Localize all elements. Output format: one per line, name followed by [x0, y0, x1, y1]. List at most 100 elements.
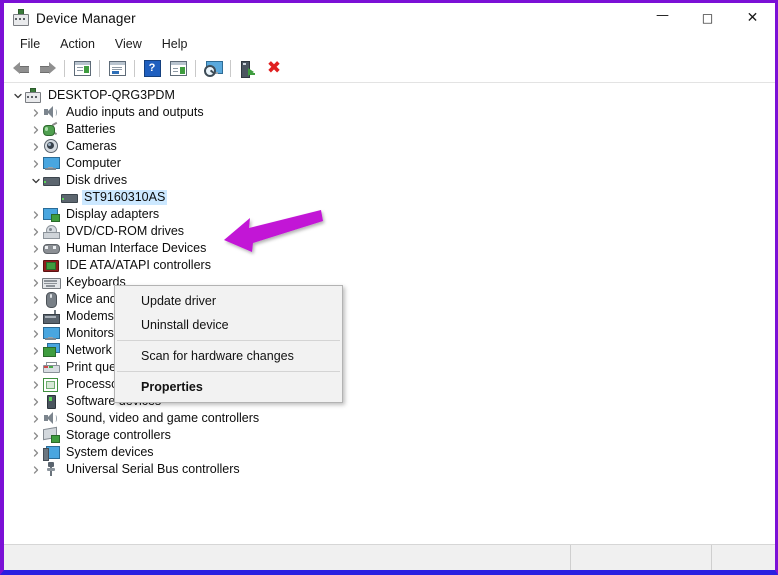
monitor-icon [42, 156, 60, 171]
device-manager-window: Device Manager — □ ✕ File Action View He… [0, 0, 778, 575]
chevron-right-icon[interactable] [30, 427, 42, 444]
tree-item-label: Human Interface Devices [66, 241, 207, 255]
computer-node-icon [24, 88, 41, 103]
tree-item-label: Storage controllers [66, 428, 171, 442]
monitor-icon [42, 326, 60, 341]
chevron-right-icon[interactable] [30, 359, 42, 376]
device-manager-icon [11, 9, 29, 27]
uninstall-device-button[interactable] [235, 57, 261, 81]
chevron-right-icon[interactable] [30, 240, 42, 257]
tree-item-label: Modems [66, 309, 114, 323]
chevron-right-icon[interactable] [30, 138, 42, 155]
status-pane-tertiary [712, 545, 775, 570]
battery-icon [42, 121, 59, 137]
chevron-right-icon[interactable] [30, 410, 42, 427]
tree-item-label: Display adapters [66, 207, 160, 221]
chevron-right-icon[interactable] [30, 444, 42, 461]
disk-drive-icon [60, 190, 78, 205]
tree-item-batteries[interactable]: Batteries [4, 121, 775, 138]
tree-item-label: Audio inputs and outputs [66, 105, 204, 119]
software-device-icon [42, 394, 59, 409]
chevron-right-icon[interactable] [30, 342, 42, 359]
tree-item-cameras[interactable]: Cameras [4, 138, 775, 155]
scan-for-hardware-changes-button[interactable] [200, 57, 226, 81]
tree-item-root[interactable]: DESKTOP-QRG3PDM [4, 87, 775, 104]
title-bar: Device Manager — □ ✕ [4, 3, 775, 33]
tree-item-display-adapters[interactable]: Display adapters [4, 206, 775, 223]
chevron-right-icon[interactable] [30, 393, 42, 410]
tree-item-dvd-cd-rom-drives[interactable]: DVD/CD-ROM drives [4, 223, 775, 240]
context-menu: Update driver Uninstall device Scan for … [114, 285, 343, 403]
close-icon: ✕ [746, 10, 759, 26]
chevron-right-icon[interactable] [30, 257, 42, 274]
tree-item-label: DESKTOP-QRG3PDM [48, 88, 175, 102]
tree-item-label: Universal Serial Bus controllers [66, 462, 240, 476]
toolbar: ? ✖ [4, 55, 775, 83]
menu-help[interactable]: Help [152, 35, 198, 53]
forward-button[interactable] [34, 57, 60, 81]
disable-device-button[interactable]: ✖ [261, 57, 287, 81]
chevron-right-icon[interactable] [30, 223, 42, 240]
chevron-right-icon[interactable] [30, 121, 42, 138]
tree-item-label: IDE ATA/ATAPI controllers [66, 258, 211, 272]
mouse-icon [42, 292, 59, 308]
context-menu-item-uninstall-device[interactable]: Uninstall device [115, 313, 342, 337]
menu-file[interactable]: File [10, 35, 50, 53]
context-menu-item-scan-for-hardware-changes[interactable]: Scan for hardware changes [115, 344, 342, 368]
chevron-right-icon[interactable] [30, 461, 42, 478]
tree-item-storage-controllers[interactable]: Storage controllers [4, 426, 775, 444]
properties-button[interactable] [104, 57, 130, 81]
update-driver-button[interactable] [165, 57, 191, 81]
chevron-down-icon[interactable] [12, 87, 24, 104]
chevron-right-icon[interactable] [30, 155, 42, 172]
minimize-button[interactable]: — [640, 3, 685, 33]
back-button[interactable] [8, 57, 34, 81]
tree-item-audio-inputs-and-outputs[interactable]: Audio inputs and outputs [4, 104, 775, 121]
tree-item-human-interface-devices[interactable]: Human Interface Devices [4, 240, 775, 257]
tree-item-label: DVD/CD-ROM drives [66, 224, 185, 238]
tree-item-ide-ata-atapi-controllers[interactable]: IDE ATA/ATAPI controllers [4, 257, 775, 274]
help-button[interactable]: ? [139, 57, 165, 81]
chevron-right-icon[interactable] [30, 274, 42, 291]
usb-controller-icon [42, 462, 59, 477]
tree-item-st9160310as[interactable]: ST9160310AS [4, 189, 775, 206]
tree-item-label: Cameras [66, 139, 117, 153]
chevron-right-icon[interactable] [30, 325, 42, 342]
tree-item-disk-drives[interactable]: Disk drives [4, 172, 775, 189]
network-adapter-icon [42, 343, 60, 358]
tree-item-universal-serial-bus-controllers[interactable]: Universal Serial Bus controllers [4, 461, 775, 478]
toolbar-separator [134, 60, 135, 77]
context-menu-item-properties[interactable]: Properties [115, 375, 342, 399]
chevron-down-icon[interactable] [30, 172, 42, 189]
printer-icon [42, 360, 60, 375]
tree-item-label: Monitors [66, 326, 114, 340]
chevron-right-icon[interactable] [30, 104, 42, 121]
red-x-icon: ✖ [266, 58, 282, 78]
chevron-right-icon[interactable] [30, 291, 42, 308]
context-menu-separator [117, 340, 340, 341]
menu-action[interactable]: Action [50, 35, 105, 53]
status-pane-message [4, 545, 571, 570]
menu-view[interactable]: View [105, 35, 152, 53]
tree-item-computer[interactable]: Computer [4, 155, 775, 172]
tree-item-system-devices[interactable]: System devices [4, 444, 775, 461]
chevron-right-icon[interactable] [30, 206, 42, 223]
ide-controller-icon [42, 258, 59, 273]
toolbar-separator [64, 60, 65, 77]
system-device-icon [42, 445, 60, 461]
tree-item-sound-video-and-game-controllers[interactable]: Sound, video and game controllers [4, 410, 775, 427]
gamepad-icon [42, 241, 60, 256]
display-adapter-icon [42, 207, 60, 222]
context-menu-item-update-driver[interactable]: Update driver [115, 289, 342, 313]
chevron-right-icon[interactable] [30, 376, 42, 393]
tree-item-label: Sound, video and game controllers [66, 411, 260, 425]
chevron-right-icon[interactable] [30, 308, 42, 325]
camera-icon [42, 139, 59, 154]
properties-window-icon [108, 61, 126, 76]
maximize-button[interactable]: □ [685, 3, 730, 33]
speaker-icon [42, 105, 59, 120]
window-controls: — □ ✕ [640, 3, 775, 33]
close-button[interactable]: ✕ [730, 3, 775, 33]
show-hide-console-tree-button[interactable] [69, 57, 95, 81]
